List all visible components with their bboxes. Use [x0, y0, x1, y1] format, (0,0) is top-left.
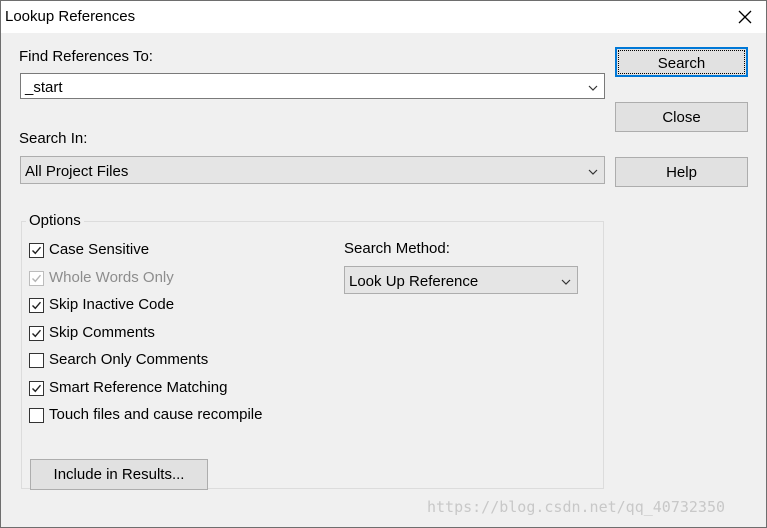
- chevron-down-icon: [588, 85, 598, 91]
- option-checkbox[interactable]: [29, 381, 44, 396]
- search-in-label: Search In:: [19, 130, 88, 147]
- close-button[interactable]: Close: [615, 102, 748, 132]
- watermark-text: https://blog.csdn.net/qq_40732350: [427, 498, 726, 516]
- window-close-button[interactable]: [729, 3, 761, 31]
- search-method-value: Look Up Reference: [349, 273, 479, 290]
- option-checkbox-label: Smart Reference Matching: [49, 379, 228, 396]
- chevron-down-icon: [588, 169, 598, 175]
- search-button-label: Search: [657, 55, 706, 72]
- option-checkbox[interactable]: [29, 326, 44, 341]
- option-checkbox: [29, 271, 44, 286]
- find-references-label: Find References To:: [19, 48, 153, 65]
- lookup-references-dialog: Lookup References Find References To: _s…: [0, 0, 767, 528]
- search-method-label: Search Method:: [344, 240, 450, 257]
- options-caption: Options: [26, 212, 84, 229]
- option-checkbox-label: Case Sensitive: [49, 241, 150, 258]
- search-button[interactable]: Search: [615, 47, 748, 77]
- check-icon: [32, 329, 42, 338]
- option-checkbox[interactable]: [29, 298, 44, 313]
- option-checkbox-label: Skip Comments: [49, 324, 155, 341]
- window-title: Lookup References: [5, 8, 136, 25]
- include-in-results-button[interactable]: Include in Results...: [30, 459, 208, 490]
- check-icon: [32, 384, 42, 393]
- search-method-select[interactable]: Look Up Reference: [344, 266, 578, 294]
- option-checkbox-label: Whole Words Only: [49, 269, 174, 286]
- check-icon: [32, 301, 42, 310]
- option-checkbox[interactable]: [29, 353, 44, 368]
- option-checkbox[interactable]: [29, 243, 44, 258]
- include-in-results-label: Include in Results...: [53, 466, 185, 483]
- check-icon: [32, 246, 42, 255]
- chevron-down-icon: [561, 279, 571, 285]
- option-checkbox-label: Skip Inactive Code: [49, 296, 175, 313]
- option-checkbox-label: Touch files and cause recompile: [49, 406, 263, 423]
- find-references-combo[interactable]: _start: [20, 73, 605, 99]
- option-checkbox[interactable]: [29, 408, 44, 423]
- search-in-select[interactable]: All Project Files: [20, 156, 605, 184]
- option-checkbox-label: Search Only Comments: [49, 351, 209, 368]
- close-icon: [738, 10, 752, 24]
- title-bar[interactable]: Lookup References: [1, 1, 766, 33]
- help-button-label: Help: [666, 164, 697, 181]
- search-in-value: All Project Files: [25, 163, 129, 180]
- find-references-value: _start: [25, 79, 63, 96]
- check-icon: [32, 274, 42, 283]
- help-button[interactable]: Help: [615, 157, 748, 187]
- close-button-label: Close: [662, 109, 701, 126]
